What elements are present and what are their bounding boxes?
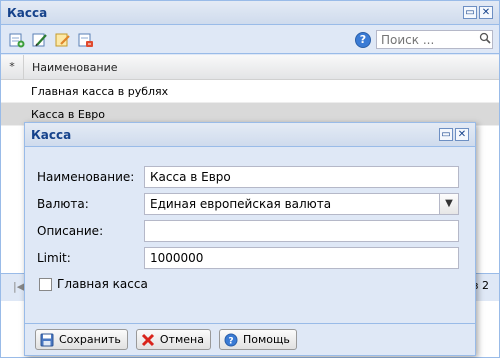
- required-column-header: *: [1, 55, 24, 79]
- main-window-titlebar[interactable]: Касса ▭ ✕: [1, 1, 499, 25]
- help-icon[interactable]: ?: [355, 31, 371, 48]
- search-icon[interactable]: [477, 32, 492, 47]
- table-row[interactable]: Главная касса в рублях: [1, 80, 499, 103]
- limit-row: Limit: 1000000: [37, 247, 459, 269]
- limit-label: Limit:: [37, 251, 71, 265]
- close-icon[interactable]: ✕: [455, 128, 469, 141]
- dialog-titlebar[interactable]: Касса ▭ ✕: [25, 123, 475, 147]
- maximize-icon[interactable]: ▭: [463, 6, 477, 19]
- dialog-footer: Сохранить Отмена ? Помощь: [25, 323, 475, 355]
- main-cash-checkbox-row[interactable]: Главная касса: [39, 277, 148, 291]
- cash-edit-dialog: Касса ▭ ✕ Наименование: Касса в Евро Вал…: [24, 122, 476, 356]
- chevron-down-icon[interactable]: ▼: [439, 194, 458, 214]
- edit-form-icon[interactable]: [55, 32, 71, 48]
- close-icon[interactable]: ✕: [479, 6, 493, 19]
- main-cash-label: Главная касса: [57, 277, 148, 291]
- currency-label: Валюта:: [37, 197, 89, 211]
- dialog-title: Касса: [31, 127, 72, 142]
- description-field[interactable]: [144, 220, 459, 242]
- name-label: Наименование:: [37, 170, 135, 184]
- limit-field[interactable]: 1000000: [144, 247, 459, 269]
- save-label: Сохранить: [59, 333, 121, 346]
- cancel-button[interactable]: Отмена: [135, 329, 211, 350]
- floppy-disk-icon: [39, 332, 55, 348]
- help-button[interactable]: ? Помощь: [218, 329, 297, 350]
- main-window-title: Касса: [7, 5, 48, 20]
- delete-record-icon[interactable]: [78, 32, 94, 48]
- maximize-icon[interactable]: ▭: [439, 128, 453, 141]
- name-row: Наименование: Касса в Евро: [37, 166, 459, 188]
- help-icon: ?: [223, 332, 239, 348]
- description-label: Описание:: [37, 224, 104, 238]
- main-toolbar: ?: [1, 26, 499, 54]
- row-name: Касса в Евро: [31, 107, 106, 121]
- name-column-header[interactable]: Наименование: [24, 61, 117, 74]
- row-name: Главная касса в рублях: [31, 84, 169, 98]
- help-label: Помощь: [242, 333, 290, 346]
- save-button[interactable]: Сохранить: [35, 329, 128, 350]
- search-area: ?: [355, 30, 493, 49]
- main-cash-checkbox[interactable]: [39, 277, 52, 291]
- add-record-icon[interactable]: [9, 32, 25, 48]
- svg-text:?: ?: [228, 336, 233, 346]
- grid-header: * Наименование: [1, 55, 499, 80]
- cancel-x-icon: [140, 332, 156, 348]
- currency-value: Единая европейская валюта: [150, 197, 332, 211]
- currency-select[interactable]: Единая европейская валюта ▼: [144, 193, 459, 215]
- cancel-label: Отмена: [159, 333, 204, 346]
- edit-record-icon[interactable]: [32, 32, 48, 48]
- search-input[interactable]: [377, 32, 477, 47]
- name-field[interactable]: Касса в Евро: [144, 166, 459, 188]
- currency-row: Валюта: Единая европейская валюта ▼: [37, 193, 459, 215]
- description-row: Описание:: [37, 220, 459, 242]
- search-box[interactable]: [376, 30, 493, 49]
